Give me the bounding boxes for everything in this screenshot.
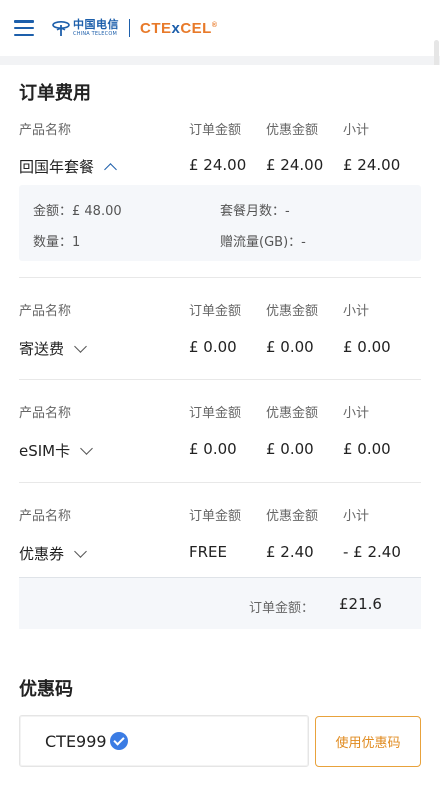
- item-subtotal: £ 0.00: [343, 338, 391, 356]
- item-order-amount: £ 0.00: [189, 338, 237, 356]
- item-order-amount: £ 0.00: [189, 440, 237, 458]
- col-product-header: 产品名称: [19, 509, 72, 524]
- item-discount: £ 2.40: [266, 543, 314, 561]
- menu-button[interactable]: [2, 0, 46, 56]
- order-total-label: 订单金额：: [249, 601, 315, 616]
- coupon-code-input[interactable]: CTE999: [19, 715, 309, 767]
- item-discount: £ 0.00: [266, 440, 314, 458]
- col-discount-header: 优惠金额: [266, 304, 319, 319]
- item-name: 寄送费: [19, 340, 65, 358]
- col-product-header: 产品名称: [19, 123, 72, 138]
- logo-en-text: CHINA TELECOM: [73, 31, 117, 37]
- item-order-amount: £ 24.00: [189, 156, 247, 174]
- coupon-code-value: CTE999: [45, 731, 107, 751]
- logo-tex-part-c: CEL: [180, 19, 212, 37]
- telecom-swirl-icon: [52, 20, 70, 36]
- item-name: 回国年套餐: [19, 158, 95, 176]
- item-name: eSIM卡: [19, 442, 71, 460]
- detail-months: 套餐月数：-: [220, 204, 290, 219]
- item-subtotal: - £ 2.40: [343, 543, 401, 561]
- col-discount-header: 优惠金额: [266, 123, 319, 138]
- col-order-amount-header: 订单金额: [189, 406, 242, 421]
- col-discount-header: 优惠金额: [266, 406, 319, 421]
- chevron-down-icon: [80, 441, 93, 455]
- item-toggle[interactable]: 寄送费: [19, 338, 87, 359]
- order-item-coupon: 产品名称 订单金额 优惠金额 小计 优惠券 FREE £ 2.40 - £ 2.…: [0, 502, 440, 572]
- app-header: 中国电信 CHINA TELECOM CTExCEL®: [0, 0, 440, 56]
- item-discount: £ 0.00: [266, 338, 314, 356]
- logo-tex-part-a: CTE: [140, 19, 172, 37]
- order-item-shipping: 产品名称 订单金额 优惠金额 小计 寄送费 £ 0.00 £ 0.00 £ 0.…: [0, 297, 440, 367]
- item-subtotal: £ 0.00: [343, 440, 391, 458]
- item-toggle[interactable]: 优惠券: [19, 543, 87, 564]
- col-subtotal-header: 小计: [343, 123, 370, 138]
- chevron-down-icon: [74, 544, 87, 558]
- logo-trademark: ®: [211, 21, 218, 29]
- col-subtotal-header: 小计: [343, 509, 370, 524]
- logo-cn-text: 中国电信: [73, 18, 119, 31]
- hamburger-icon: [14, 20, 34, 36]
- col-order-amount-header: 订单金额: [189, 509, 242, 524]
- order-item-esim: 产品名称 订单金额 优惠金额 小计 eSIM卡 £ 0.00 £ 0.00 £ …: [0, 399, 440, 469]
- chevron-up-icon: [104, 162, 117, 176]
- col-subtotal-header: 小计: [343, 304, 370, 319]
- col-product-header: 产品名称: [19, 304, 72, 319]
- detail-quantity: 数量：1: [33, 235, 81, 250]
- detail-amount: 金额：£ 48.00: [33, 204, 122, 219]
- order-fee-title: 订单费用: [19, 83, 91, 104]
- plan-details-panel: 金额：£ 48.00 套餐月数：- 数量：1 赠流量(GB)：-: [19, 185, 421, 261]
- divider: [19, 482, 421, 483]
- col-subtotal-header: 小计: [343, 406, 370, 421]
- ctexcel-logo[interactable]: CTExCEL®: [140, 20, 218, 37]
- col-product-header: 产品名称: [19, 406, 72, 421]
- divider: [19, 379, 421, 380]
- logo-separator: [129, 19, 130, 37]
- order-total-row: 订单金额： £21.6: [19, 577, 421, 629]
- order-content: 订单费用 产品名称 订单金额 优惠金额 小计 回国年套餐 £ 24.00 £ 2…: [0, 65, 440, 800]
- item-discount: £ 24.00: [266, 156, 324, 174]
- col-discount-header: 优惠金额: [266, 509, 319, 524]
- item-subtotal: £ 24.00: [343, 156, 401, 174]
- item-toggle[interactable]: 回国年套餐: [19, 156, 117, 177]
- item-name: 优惠券: [19, 545, 65, 563]
- coupon-title: 优惠码: [19, 679, 73, 700]
- detail-bonus-data: 赠流量(GB)：-: [220, 235, 306, 250]
- item-toggle[interactable]: eSIM卡: [19, 440, 93, 461]
- item-order-amount: FREE: [189, 543, 228, 561]
- chevron-down-icon: [74, 339, 87, 353]
- divider: [19, 277, 421, 278]
- apply-coupon-button[interactable]: 使用优惠码: [315, 716, 421, 767]
- col-order-amount-header: 订单金额: [189, 123, 242, 138]
- order-total-value: £21.6: [339, 595, 382, 613]
- china-telecom-logo[interactable]: 中国电信 CHINA TELECOM: [52, 19, 119, 37]
- verified-check-icon: [109, 732, 128, 750]
- col-order-amount-header: 订单金额: [189, 304, 242, 319]
